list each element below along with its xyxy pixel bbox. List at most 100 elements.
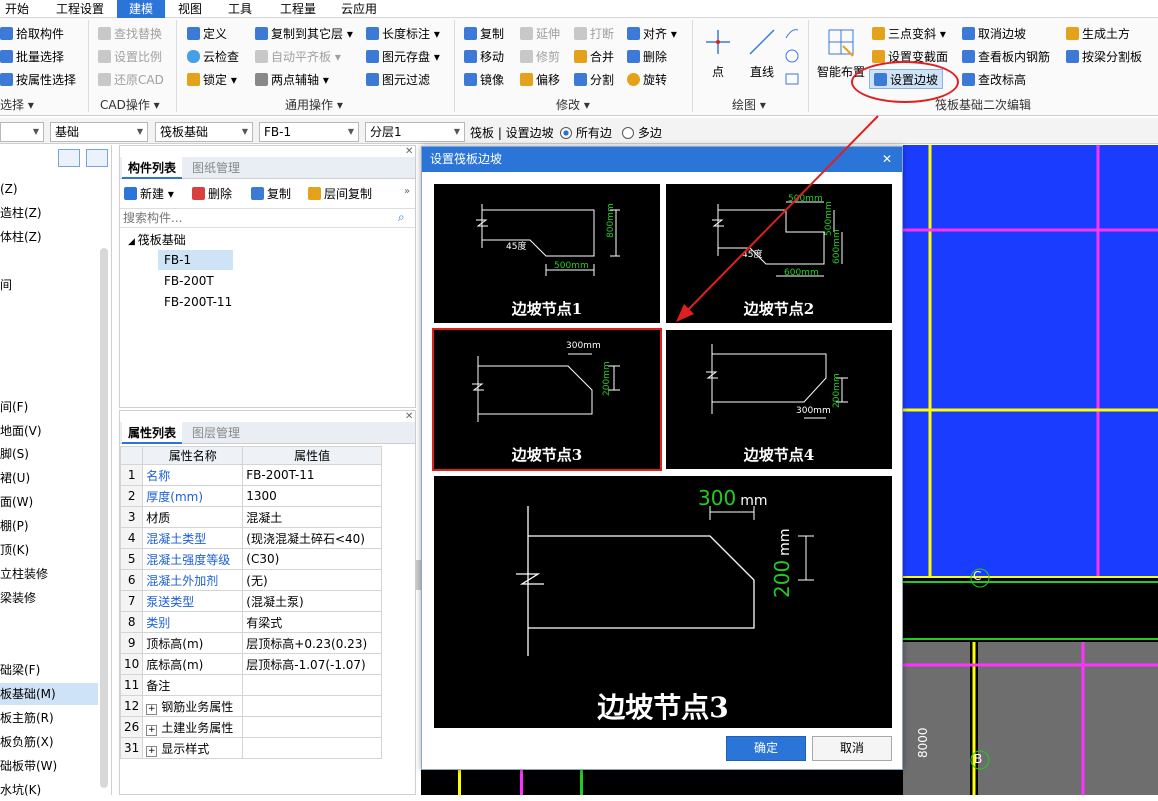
property-value[interactable]: 层顶标高+0.23(0.23) [242,632,382,654]
property-row[interactable]: 2 厚度(mm) 1300 [119,485,382,507]
offset-button[interactable]: 偏移 [520,70,560,90]
property-value[interactable]: (无) [242,569,382,591]
delete-button[interactable]: 删除 [627,47,667,67]
store-element-button[interactable]: 图元存盘 ▾ [366,47,440,67]
nav-item[interactable]: 板主筋(R) [0,707,54,729]
break-button[interactable]: 打断 [574,24,614,44]
find-replace-button[interactable]: 查找替换 [98,24,162,44]
three-point-slope-button[interactable]: 三点变斜 ▾ [872,24,946,44]
close-icon[interactable]: ✕ [405,146,413,157]
slope-node-1[interactable]: 45度 500mm 800mm 边坡节点1 [434,184,660,323]
menu-project-settings[interactable]: 工程设置 [52,0,108,18]
nav-item[interactable]: 体柱(Z) [0,226,42,248]
property-value[interactable]: 1300 [242,485,382,507]
property-row[interactable]: 9 顶标高(m) 层顶标高+0.23(0.23) [119,632,382,654]
lock-button[interactable]: 锁定 ▾ [187,70,237,90]
split-button[interactable]: 分割 [574,70,614,90]
restore-cad-button[interactable]: 还原CAD [98,70,164,90]
element-filter-button[interactable]: 图元过滤 [366,70,430,90]
slope-node-3[interactable]: 300mm 200mm 边坡节点3 [432,328,662,471]
cancel-slope-button[interactable]: 取消边坡 [962,24,1026,44]
nav-item[interactable]: 脚(S) [0,443,29,465]
property-row[interactable]: 1 名称 FB-200T-11 [119,464,382,486]
nav-item[interactable]: 础板带(W) [0,755,57,777]
floor-copy-button[interactable]: 层间复制 [308,184,372,204]
property-value[interactable]: (现浇混凝土碎石<40) [242,527,382,549]
nav-item[interactable]: (Z) [0,178,18,200]
nav-item[interactable]: 顶(K) [0,539,29,561]
expand-icon[interactable]: + [146,745,158,757]
property-row[interactable]: 11 备注 [119,674,382,696]
rotate-button[interactable]: 旋转 [627,70,667,90]
list-view-icon[interactable] [58,149,80,167]
property-row[interactable]: 7 泵送类型 (混凝土泵) [119,590,382,612]
property-row[interactable]: 31 + 显示样式 [119,737,382,759]
line-button[interactable]: 直线 [744,24,780,79]
set-ratio-button[interactable]: 设置比例 [98,47,162,67]
all-edges-radio[interactable]: 所有边 [560,124,612,141]
layer-dropdown[interactable]: 分层1 ▼ [365,122,465,142]
cancel-button[interactable]: 取消 [812,736,892,761]
property-value[interactable] [242,716,382,738]
nav-item[interactable]: 造柱(Z) [0,202,42,224]
cloud-check-button[interactable]: 云检查 [187,47,239,67]
property-row[interactable]: 3 材质 混凝土 [119,506,382,528]
merge-button[interactable]: 合并 [574,47,614,67]
define-button[interactable]: 定义 [187,24,227,44]
menu-start[interactable]: 开始 [0,0,34,18]
nav-item[interactable]: 水坑(K) [0,779,41,801]
grid-view-icon[interactable] [86,149,108,167]
multi-edges-radio[interactable]: 多边 [622,124,662,141]
nav-item[interactable]: 间(F) [0,396,28,418]
move-button[interactable]: 移动 [464,47,504,67]
menu-tools[interactable]: 工具 [222,0,258,18]
attr-select-button[interactable]: 按属性选择 [0,70,76,90]
trim-button[interactable]: 修剪 [520,47,560,67]
nav-item[interactable]: 地面(V) [0,420,42,442]
new-component-button[interactable]: 新建 ▾ [124,184,174,204]
nav-item[interactable]: 间 [0,274,12,296]
draw-shape-buttons[interactable] [784,26,800,90]
nav-item[interactable]: 础梁(F) [0,659,40,681]
property-value[interactable]: (C30) [242,548,382,570]
component-item[interactable]: FB-200T-11 [158,292,232,312]
property-row[interactable]: 8 类别 有梁式 [119,611,382,633]
pick-member-button[interactable]: 拾取构件 [0,24,64,44]
property-value[interactable]: 层顶标高-1.07(-1.07) [242,653,382,675]
mirror-button[interactable]: 镜像 [464,70,504,90]
property-value[interactable] [242,674,382,696]
two-point-axis-button[interactable]: 两点辅轴 ▾ [255,70,329,90]
group-modify-label[interactable]: 修改 ▾ [556,96,590,113]
slope-node-4[interactable]: 300mm 200mm 边坡节点4 [666,330,892,469]
expand-icon[interactable]: + [146,724,158,736]
menu-cloud[interactable]: 云应用 [335,0,383,18]
member-dropdown[interactable]: 筏板基础 ▼ [155,122,253,142]
group-draw-label[interactable]: 绘图 ▾ [732,96,766,113]
align-button[interactable]: 对齐 ▾ [627,24,677,44]
nav-item[interactable]: 棚(P) [0,515,29,537]
menu-modeling[interactable]: 建模 [117,0,165,18]
component-item[interactable]: FB-1 [158,250,233,270]
property-value[interactable]: FB-200T-11 [242,464,382,486]
copy-button[interactable]: 复制 [464,24,504,44]
menu-view[interactable]: 视图 [172,0,208,18]
nav-item[interactable]: 板基础(M) [0,683,98,705]
name-dropdown[interactable]: FB-1 ▼ [259,122,359,142]
property-row[interactable]: 5 混凝土强度等级 (C30) [119,548,382,570]
component-search-input[interactable] [120,208,415,228]
length-dim-button[interactable]: 长度标注 ▾ [366,24,440,44]
view-rebar-button[interactable]: 查看板内钢筋 [962,47,1050,67]
type-dropdown[interactable]: 基础 ▼ [50,122,148,142]
property-row[interactable]: 10 底标高(m) 层顶标高-1.07(-1.07) [119,653,382,675]
nav-item[interactable]: 梁装修 [0,587,36,609]
property-row[interactable]: 6 混凝土外加剂 (无) [119,569,382,591]
nav-item[interactable]: 面(W) [0,491,33,513]
expand-icon[interactable]: + [146,703,158,715]
drawing-canvas[interactable] [903,145,1158,795]
batch-select-button[interactable]: 批量选择 [0,47,64,67]
property-row[interactable]: 4 混凝土类型 (现浇混凝土碎石<40) [119,527,382,549]
generate-earth-button[interactable]: 生成土方 [1066,24,1130,44]
property-value[interactable] [242,737,382,759]
copy-component-button[interactable]: 复制 [251,184,291,204]
property-row[interactable]: 12 + 钢筋业务属性 [119,695,382,717]
